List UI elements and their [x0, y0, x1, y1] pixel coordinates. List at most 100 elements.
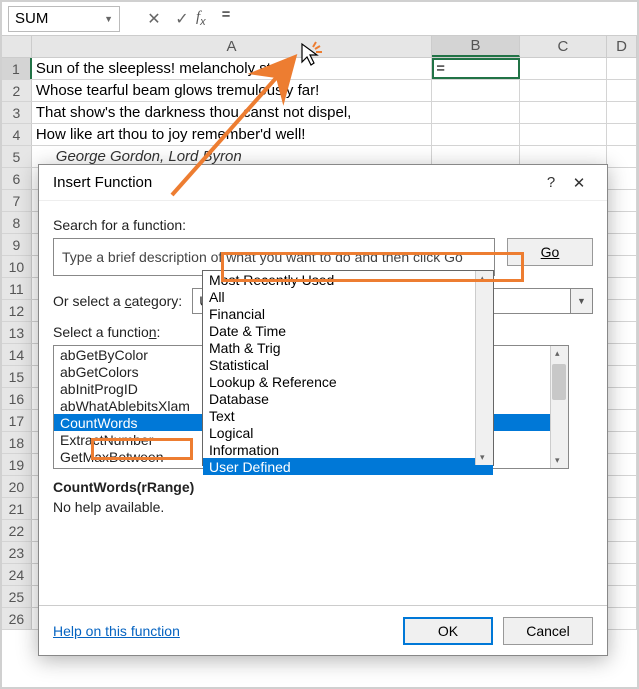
row-header-18[interactable]: 18 — [2, 432, 32, 453]
row-header-19[interactable]: 19 — [2, 454, 32, 475]
cell-D24[interactable] — [607, 564, 637, 585]
dialog-title: Insert Function — [53, 174, 152, 191]
dropdown-option[interactable]: Math & Trig — [203, 339, 493, 356]
cancel-icon[interactable]: ✕ — [140, 6, 168, 32]
formula-input[interactable]: = — [216, 6, 637, 32]
row-header-21[interactable]: 21 — [2, 498, 32, 519]
dropdown-option[interactable]: User Defined — [203, 458, 493, 475]
row-header-26[interactable]: 26 — [2, 608, 32, 629]
help-link[interactable]: Help on this function — [53, 623, 180, 639]
dropdown-option[interactable]: Most Recently Used — [203, 271, 493, 288]
row-header-4[interactable]: 4 — [2, 124, 32, 145]
scrollbar[interactable] — [475, 271, 493, 465]
dropdown-option[interactable]: Text — [203, 407, 493, 424]
go-button[interactable]: Go — [507, 238, 593, 266]
cell-C2[interactable] — [520, 80, 607, 101]
cell-C3[interactable] — [520, 102, 607, 123]
cell-A3[interactable]: That show's the darkness thou canst not … — [32, 102, 432, 123]
row-header-25[interactable]: 25 — [2, 586, 32, 607]
no-help-text: No help available. — [53, 499, 593, 515]
chevron-down-icon[interactable]: ▼ — [104, 14, 113, 24]
row-header-5[interactable]: 5 — [2, 146, 32, 167]
cell-A4[interactable]: How like art thou to joy remember'd well… — [32, 124, 432, 145]
cell-D19[interactable] — [607, 454, 637, 475]
cell-D6[interactable] — [607, 168, 637, 189]
row-header-17[interactable]: 17 — [2, 410, 32, 431]
cell-B3[interactable] — [432, 102, 519, 123]
row-header-22[interactable]: 22 — [2, 520, 32, 541]
cell-D20[interactable] — [607, 476, 637, 497]
dialog-footer: Help on this function OK Cancel — [39, 605, 607, 655]
row-header-1[interactable]: 1 — [2, 58, 32, 79]
cell-D18[interactable] — [607, 432, 637, 453]
row-header-20[interactable]: 20 — [2, 476, 32, 497]
row-header-16[interactable]: 16 — [2, 388, 32, 409]
dropdown-option[interactable]: Database — [203, 390, 493, 407]
column-header-B[interactable]: B — [432, 36, 519, 57]
cell-D17[interactable] — [607, 410, 637, 431]
cell-D5[interactable] — [607, 146, 637, 167]
cell-D13[interactable] — [607, 322, 637, 343]
select-all-corner[interactable] — [2, 36, 32, 57]
cell-D22[interactable] — [607, 520, 637, 541]
cell-D1[interactable] — [607, 58, 637, 79]
cell-D21[interactable] — [607, 498, 637, 519]
row-header-10[interactable]: 10 — [2, 256, 32, 277]
cell-D8[interactable] — [607, 212, 637, 233]
dropdown-option[interactable]: Statistical — [203, 356, 493, 373]
cell-D3[interactable] — [607, 102, 637, 123]
cell-D4[interactable] — [607, 124, 637, 145]
cell-D14[interactable] — [607, 344, 637, 365]
cell-D15[interactable] — [607, 366, 637, 387]
column-header-D[interactable]: D — [607, 36, 637, 57]
cell-D12[interactable] — [607, 300, 637, 321]
cell-D16[interactable] — [607, 388, 637, 409]
cell-B4[interactable] — [432, 124, 519, 145]
row-header-3[interactable]: 3 — [2, 102, 32, 123]
chevron-down-icon[interactable]: ▼ — [570, 289, 592, 313]
row-header-9[interactable]: 9 — [2, 234, 32, 255]
dropdown-option[interactable]: Information — [203, 441, 493, 458]
row-header-14[interactable]: 14 — [2, 344, 32, 365]
scrollbar[interactable] — [550, 346, 568, 468]
cell-A2[interactable]: Whose tearful beam glows tremulously far… — [32, 80, 432, 101]
cell-C1[interactable] — [520, 58, 607, 79]
cell-D7[interactable] — [607, 190, 637, 211]
row-header-23[interactable]: 23 — [2, 542, 32, 563]
row-header-7[interactable]: 7 — [2, 190, 32, 211]
cancel-button[interactable]: Cancel — [503, 617, 593, 645]
cell-D2[interactable] — [607, 80, 637, 101]
cell-D25[interactable] — [607, 586, 637, 607]
cell-A1[interactable]: Sun of the sleepless! melancholy star! — [32, 58, 432, 79]
column-header-A[interactable]: A — [32, 36, 432, 57]
cell-D10[interactable] — [607, 256, 637, 277]
cell-D11[interactable] — [607, 278, 637, 299]
column-header-C[interactable]: C — [520, 36, 607, 57]
ok-button[interactable]: OK — [403, 617, 493, 645]
dropdown-option[interactable]: All — [203, 288, 493, 305]
row-header-8[interactable]: 8 — [2, 212, 32, 233]
cell-D9[interactable] — [607, 234, 637, 255]
cell-D26[interactable] — [607, 608, 637, 629]
insert-function-icon[interactable]: fx — [196, 9, 206, 28]
cell-D23[interactable] — [607, 542, 637, 563]
row-header-11[interactable]: 11 — [2, 278, 32, 299]
row-header-6[interactable]: 6 — [2, 168, 32, 189]
row-header-24[interactable]: 24 — [2, 564, 32, 585]
cell-B1[interactable]: = — [432, 58, 519, 79]
row-header-13[interactable]: 13 — [2, 322, 32, 343]
dropdown-option[interactable]: Financial — [203, 305, 493, 322]
row-header-12[interactable]: 12 — [2, 300, 32, 321]
row-header-2[interactable]: 2 — [2, 80, 32, 101]
help-icon[interactable]: ? — [537, 174, 565, 191]
dropdown-option[interactable]: Lookup & Reference — [203, 373, 493, 390]
category-dropdown[interactable]: Most Recently UsedAllFinancialDate & Tim… — [202, 270, 494, 466]
cell-B2[interactable] — [432, 80, 519, 101]
enter-icon[interactable]: ✓ — [168, 6, 196, 32]
close-icon[interactable]: ✕ — [565, 174, 593, 192]
cell-C4[interactable] — [520, 124, 607, 145]
dropdown-option[interactable]: Logical — [203, 424, 493, 441]
name-box[interactable]: SUM ▼ — [8, 6, 120, 32]
dropdown-option[interactable]: Date & Time — [203, 322, 493, 339]
row-header-15[interactable]: 15 — [2, 366, 32, 387]
